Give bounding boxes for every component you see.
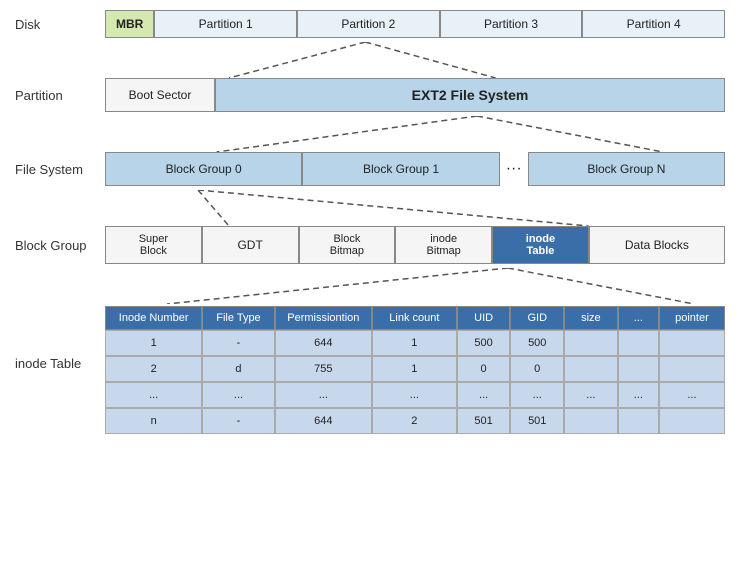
row2-permission: 755 bbox=[275, 356, 372, 382]
inode-table-box: inode Table bbox=[492, 226, 589, 264]
inode-table-grid: Inode Number File Type Permissiontion Li… bbox=[105, 306, 725, 434]
partition-2-box: Partition 2 bbox=[297, 10, 440, 38]
ext2-box: EXT2 File System bbox=[215, 78, 725, 112]
row2-gid: 0 bbox=[510, 356, 564, 382]
rown-inode-number: n bbox=[105, 408, 202, 434]
header-pointer: pointer bbox=[659, 306, 725, 330]
connector-1 bbox=[105, 42, 725, 78]
block-group-0-box: Block Group 0 bbox=[105, 152, 302, 186]
header-permission: Permissiontion bbox=[275, 306, 372, 330]
row1-size bbox=[564, 330, 618, 356]
row1-link-count: 1 bbox=[372, 330, 457, 356]
row1-gid: 500 bbox=[510, 330, 564, 356]
row3-dots: ... bbox=[618, 382, 659, 408]
rown-size bbox=[564, 408, 618, 434]
connector-3 bbox=[105, 190, 725, 226]
header-gid: GID bbox=[510, 306, 564, 330]
row3-link-count: ... bbox=[372, 382, 457, 408]
rown-dots bbox=[618, 408, 659, 434]
row3-gid: ... bbox=[510, 382, 564, 408]
row2-link-count: 1 bbox=[372, 356, 457, 382]
inode-data-row-1: 1 - 644 1 500 500 bbox=[105, 330, 725, 356]
blockgroup-row: Block Group Super Block GDT Block Bitmap… bbox=[15, 226, 725, 264]
connector-2-svg bbox=[105, 116, 725, 152]
row3-size: ... bbox=[564, 382, 618, 408]
connector-1-svg bbox=[105, 42, 725, 78]
block-group-n-box: Block Group N bbox=[528, 152, 725, 186]
boot-sector-box: Boot Sector bbox=[105, 78, 215, 112]
partition-label: Partition bbox=[15, 88, 105, 103]
header-inode-number: Inode Number bbox=[105, 306, 202, 330]
disk-row: Disk MBR Partition 1 Partition 2 Partiti… bbox=[15, 10, 725, 38]
row1-dots bbox=[618, 330, 659, 356]
rown-pointer bbox=[659, 408, 725, 434]
rown-gid: 501 bbox=[510, 408, 564, 434]
row2-file-type: d bbox=[202, 356, 274, 382]
block-bitmap-box: Block Bitmap bbox=[299, 226, 396, 264]
mbr-box: MBR bbox=[105, 10, 154, 38]
inode-table-section: inode Table Inode Number File Type Permi… bbox=[15, 306, 725, 434]
row3-uid: ... bbox=[457, 382, 511, 408]
row2-size bbox=[564, 356, 618, 382]
block-group-1-box: Block Group 1 bbox=[302, 152, 499, 186]
inode-data-row-n: n - 644 2 501 501 bbox=[105, 408, 725, 434]
row3-pointer: ... bbox=[659, 382, 725, 408]
filesystem-label: File System bbox=[15, 162, 105, 177]
inode-table-label: inode Table bbox=[15, 306, 105, 371]
partition-container: Boot Sector EXT2 File System bbox=[105, 78, 725, 112]
inode-bitmap-box: inode Bitmap bbox=[395, 226, 492, 264]
row1-inode-number: 1 bbox=[105, 330, 202, 356]
row2-dots bbox=[618, 356, 659, 382]
connector-3-svg bbox=[105, 190, 725, 226]
header-dots: ... bbox=[618, 306, 659, 330]
header-file-type: File Type bbox=[202, 306, 274, 330]
partition-3-box: Partition 3 bbox=[440, 10, 583, 38]
row3-file-type: ... bbox=[202, 382, 274, 408]
connector-4-svg bbox=[105, 268, 725, 304]
header-size: size bbox=[564, 306, 618, 330]
row3-inode-number: ... bbox=[105, 382, 202, 408]
inode-data-row-2: 2 d 755 1 0 0 bbox=[105, 356, 725, 382]
row2-inode-number: 2 bbox=[105, 356, 202, 382]
rown-file-type: - bbox=[202, 408, 274, 434]
inode-data-row-3: ... ... ... ... ... ... ... ... ... bbox=[105, 382, 725, 408]
row1-file-type: - bbox=[202, 330, 274, 356]
blockgroup-container: Super Block GDT Block Bitmap inode Bitma… bbox=[105, 226, 725, 264]
row2-uid: 0 bbox=[457, 356, 511, 382]
header-link-count: Link count bbox=[372, 306, 457, 330]
disk-label: Disk bbox=[15, 17, 105, 32]
data-blocks-box: Data Blocks bbox=[589, 226, 725, 264]
filesystem-container: Block Group 0 Block Group 1 ··· Block Gr… bbox=[105, 152, 725, 186]
blockgroup-label: Block Group bbox=[15, 238, 105, 253]
inode-header-row: Inode Number File Type Permissiontion Li… bbox=[105, 306, 725, 330]
filesystem-row: File System Block Group 0 Block Group 1 … bbox=[15, 152, 725, 186]
disk-container: MBR Partition 1 Partition 2 Partition 3 … bbox=[105, 10, 725, 38]
super-block-box: Super Block bbox=[105, 226, 202, 264]
rown-permission: 644 bbox=[275, 408, 372, 434]
gdt-box: GDT bbox=[202, 226, 299, 264]
row3-permission: ... bbox=[275, 382, 372, 408]
fs-dots: ··· bbox=[500, 152, 528, 186]
row1-uid: 500 bbox=[457, 330, 511, 356]
connector-2 bbox=[105, 116, 725, 152]
row1-pointer bbox=[659, 330, 725, 356]
header-uid: UID bbox=[457, 306, 511, 330]
rown-link-count: 2 bbox=[372, 408, 457, 434]
partition-4-box: Partition 4 bbox=[582, 10, 725, 38]
row1-permission: 644 bbox=[275, 330, 372, 356]
partition-1-box: Partition 1 bbox=[154, 10, 297, 38]
row2-pointer bbox=[659, 356, 725, 382]
rown-uid: 501 bbox=[457, 408, 511, 434]
partition-row: Partition Boot Sector EXT2 File System bbox=[15, 78, 725, 112]
connector-4 bbox=[105, 268, 725, 304]
